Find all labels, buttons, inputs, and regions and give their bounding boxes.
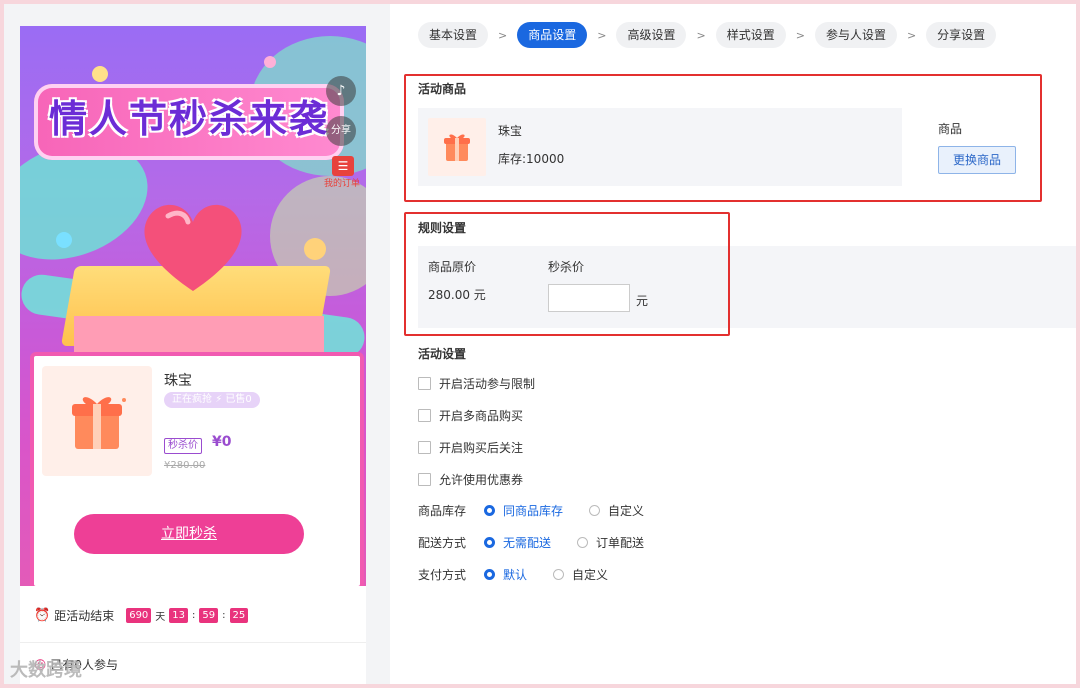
activity-goods-title: 活动商品 — [418, 82, 467, 96]
checkbox-multi-goods[interactable]: 开启多商品购买 — [418, 407, 523, 424]
countdown-label: 距活动结束 — [54, 608, 115, 623]
step-arrow: > — [906, 28, 917, 42]
goods-name: 珠宝 — [498, 124, 523, 138]
original-price: ¥280.00 — [164, 460, 206, 471]
sold-count: 已售0 — [225, 394, 252, 405]
step-tabs: 基本设置 > 商品设置 > 高级设置 > 样式设置 > 参与人设置 > 分享设置 — [418, 22, 997, 48]
product-card: 珠宝 正在疯抢 ⚡ 已售0 秒杀价 ¥0 ¥280.00 立即秒杀 — [30, 352, 364, 586]
decor-ball — [92, 66, 108, 82]
price-tag: 秒杀价 — [164, 438, 202, 454]
radio-no-delivery[interactable] — [484, 537, 495, 548]
option-order-delivery[interactable]: 订单配送 — [596, 534, 644, 551]
tab-goods-settings[interactable]: 商品设置 — [517, 22, 588, 48]
option-custom-stock[interactable]: 自定义 — [608, 502, 644, 519]
lightning-icon: ⚡ — [215, 394, 226, 405]
phone-screen: 情人节秒杀来袭 ♪ 分享 ☰ 我的订单 珠宝 正在疯抢 ⚡ 已售0 秒杀价 ¥0… — [20, 26, 366, 684]
countdown-hours: 13 — [169, 607, 189, 623]
countdown: ⏰ 距活动结束 690 天 13 : 59 : 25 — [34, 604, 249, 626]
checkbox[interactable] — [418, 409, 431, 422]
product-image — [42, 366, 152, 476]
checkbox[interactable] — [418, 473, 431, 486]
payment-radio-group: 支付方式 默认 自定义 — [418, 566, 608, 583]
delivery-label: 配送方式 — [418, 536, 467, 550]
countdown-days: 690 — [126, 607, 152, 623]
gift-icon — [72, 397, 126, 449]
tab-advanced-settings[interactable]: 高级设置 — [616, 22, 687, 48]
tab-participant-settings[interactable]: 参与人设置 — [814, 22, 897, 48]
goods-stock: 库存:10000 — [498, 152, 565, 166]
time-separator: : — [192, 609, 196, 621]
checkbox-follow-after-buy[interactable]: 开启购买后关注 — [418, 439, 523, 456]
radio-custom-payment[interactable] — [553, 569, 565, 580]
goods-row: 珠宝 库存:10000 — [418, 108, 902, 186]
heart-icon — [144, 204, 242, 291]
status-badge: 正在疯抢 ⚡ 已售0 — [164, 392, 260, 408]
poster-title: 情人节秒杀来袭 — [48, 97, 329, 141]
status-text: 正在疯抢 — [172, 394, 212, 405]
decor-ball — [56, 232, 72, 248]
step-arrow: > — [597, 28, 607, 42]
app-frame: 情人节秒杀来袭 ♪ 分享 ☰ 我的订单 珠宝 正在疯抢 ⚡ 已售0 秒杀价 ¥0… — [4, 4, 1076, 684]
settings-panel: 基本设置 > 商品设置 > 高级设置 > 样式设置 > 参与人设置 > 分享设置… — [390, 4, 1076, 684]
my-order-icon[interactable]: ☰ — [332, 156, 354, 176]
share-button[interactable]: 分享 — [326, 116, 356, 146]
time-separator: : — [222, 609, 226, 621]
checkbox-label: 开启多商品购买 — [439, 409, 524, 423]
delivery-radio-group: 配送方式 无需配送 订单配送 — [418, 534, 644, 551]
payment-label: 支付方式 — [418, 568, 467, 582]
activity-settings-title: 活动设置 — [418, 347, 467, 361]
checkbox[interactable] — [418, 441, 431, 454]
buy-now-button[interactable]: 立即秒杀 — [74, 514, 304, 554]
day-unit: 天 — [155, 611, 166, 623]
step-arrow: > — [795, 28, 805, 42]
option-no-delivery[interactable]: 无需配送 — [503, 534, 551, 551]
countdown-seconds: 25 — [229, 607, 249, 623]
checkbox[interactable] — [418, 377, 431, 390]
seckill-price: ¥0 — [212, 434, 232, 450]
checkbox-label: 开启购买后关注 — [439, 441, 524, 455]
step-arrow: > — [498, 28, 508, 42]
tab-basic-settings[interactable]: 基本设置 — [418, 22, 489, 48]
step-arrow: > — [696, 28, 706, 42]
checkbox-participation-limit[interactable]: 开启活动参与限制 — [418, 375, 535, 392]
my-order-label[interactable]: 我的订单 — [320, 176, 364, 189]
option-custom-payment[interactable]: 自定义 — [572, 566, 608, 583]
radio-custom-stock[interactable] — [589, 505, 601, 516]
tab-style-settings[interactable]: 样式设置 — [715, 22, 786, 48]
decor-ball — [264, 56, 276, 68]
checkbox-label: 开启活动参与限制 — [439, 377, 536, 391]
decor-ball — [304, 238, 326, 260]
tab-share-settings[interactable]: 分享设置 — [926, 22, 997, 48]
alarm-clock-icon: ⏰ — [34, 607, 51, 623]
product-name: 珠宝 — [164, 373, 192, 389]
goods-image — [428, 118, 486, 176]
checkbox-allow-coupon[interactable]: 允许使用优惠券 — [418, 471, 523, 488]
checkbox-label: 允许使用优惠券 — [439, 473, 524, 487]
watermark: 大数跨境 — [10, 660, 82, 681]
divider — [20, 642, 366, 643]
radio-order-delivery[interactable] — [577, 537, 589, 548]
stock-label: 商品库存 — [418, 504, 467, 518]
option-same-stock[interactable]: 同商品库存 — [503, 502, 563, 519]
option-default-payment[interactable]: 默认 — [503, 566, 527, 583]
stock-radio-group: 商品库存 同商品库存 自定义 — [418, 502, 644, 519]
poster: 情人节秒杀来袭 ♪ 分享 ☰ 我的订单 珠宝 正在疯抢 ⚡ 已售0 秒杀价 ¥0… — [20, 26, 366, 586]
change-goods-button[interactable]: 更换商品 — [938, 146, 1016, 174]
countdown-minutes: 59 — [199, 607, 219, 623]
gift-icon — [444, 134, 470, 161]
mobile-preview: 情人节秒杀来袭 ♪ 分享 ☰ 我的订单 珠宝 正在疯抢 ⚡ 已售0 秒杀价 ¥0… — [4, 4, 390, 684]
rules-title: 规则设置 — [418, 221, 467, 235]
goods-label: 商品 — [938, 122, 963, 136]
radio-default-payment[interactable] — [484, 569, 495, 580]
radio-same-stock[interactable] — [484, 505, 495, 516]
music-icon[interactable]: ♪ — [326, 76, 356, 106]
